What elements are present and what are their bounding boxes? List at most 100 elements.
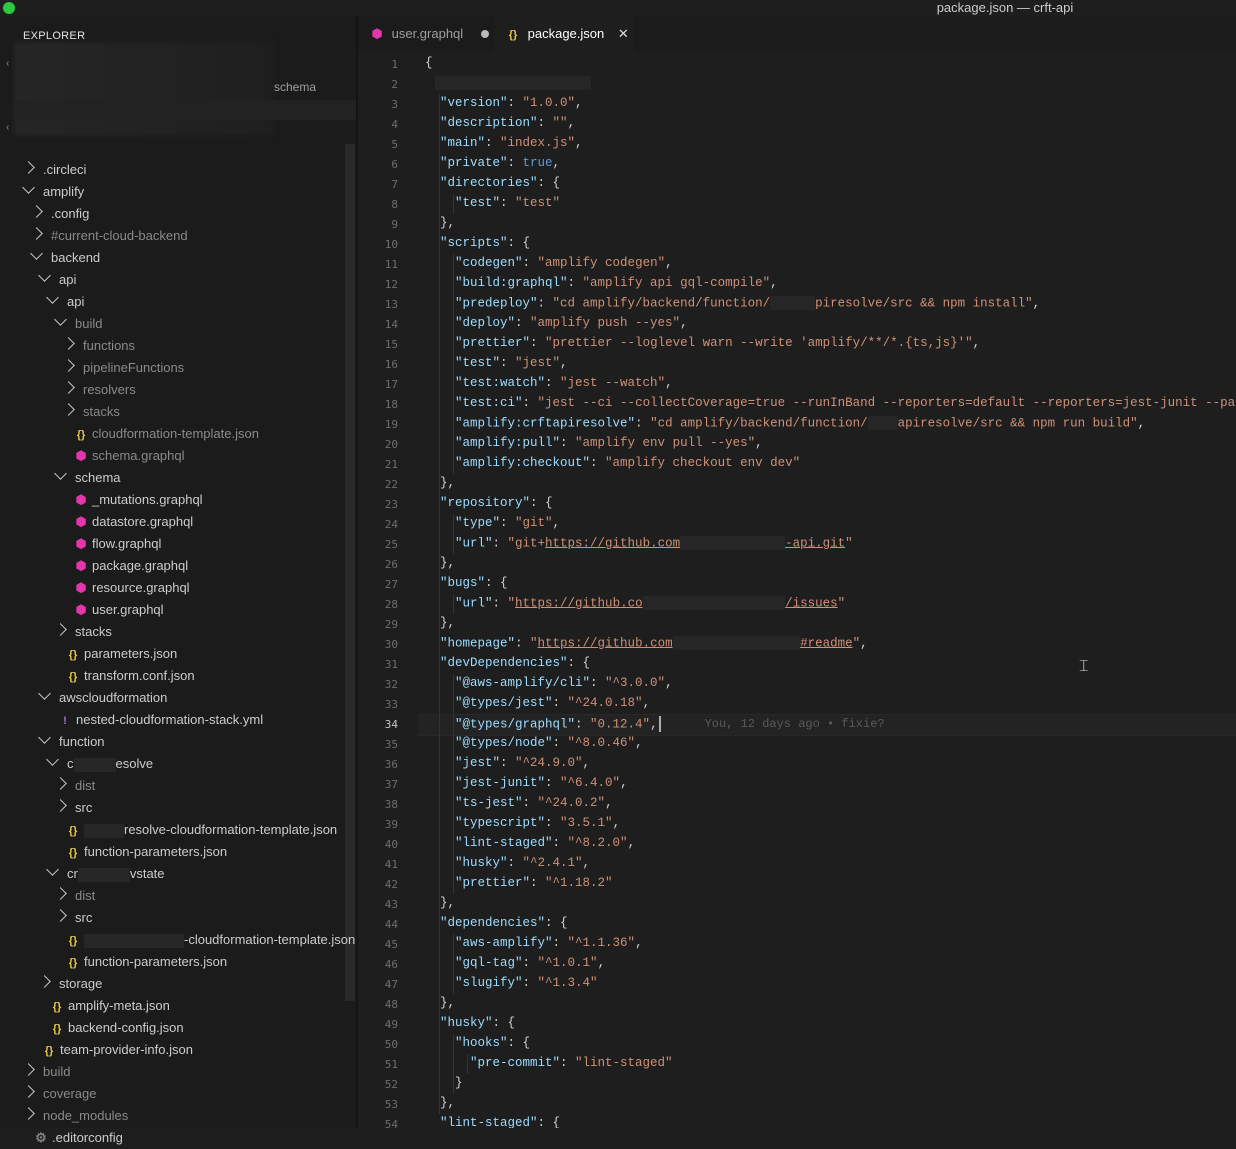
code-line[interactable]: "test": "jest", — [425, 356, 568, 370]
code-link[interactable]: https://github.com — [538, 636, 673, 650]
code-line[interactable]: "lint-staged": "^8.2.0", — [425, 836, 635, 850]
code-line[interactable]: "build:graphql": "amplify api gql-compil… — [425, 276, 778, 290]
code-line[interactable]: }, — [425, 1096, 455, 1110]
tree-folder-awscloudformation[interactable]: awscloudformation — [38, 687, 167, 709]
tree-folder-pipelinefunctions[interactable]: pipelineFunctions — [62, 357, 184, 379]
tree-folder-build[interactable]: build — [22, 1061, 70, 1083]
code-line[interactable]: }, — [425, 896, 455, 910]
chevron-right-icon[interactable] — [38, 975, 51, 988]
tree-folder-dist[interactable]: dist — [54, 885, 95, 907]
code-line[interactable]: "test": "test" — [425, 196, 560, 210]
code-line[interactable]: "jest": "^24.9.0", — [425, 756, 590, 770]
code-line[interactable]: "husky": { — [425, 1016, 515, 1030]
code-line[interactable]: }, — [425, 556, 455, 570]
code-link[interactable]: https://github.com — [545, 536, 680, 550]
code-line[interactable]: }, — [425, 616, 455, 630]
chevron-right-icon[interactable] — [30, 227, 43, 240]
tree-file-resolve-cloudformation-template-json[interactable]: {} resolve-cloudformation-template.json — [66, 819, 337, 841]
tree-file-schema-graphql[interactable]: ⬢ schema.graphql — [74, 445, 184, 467]
tree-file-flow-graphql[interactable]: ⬢ flow.graphql — [74, 533, 161, 555]
tree-file-package-graphql[interactable]: ⬢ package.graphql — [74, 555, 188, 577]
code-line[interactable]: "homepage": "https://github.com #readme", — [425, 636, 868, 650]
code-line[interactable]: "amplify:pull": "amplify env pull --yes"… — [425, 436, 763, 450]
tree-folder-stacks[interactable]: stacks — [54, 621, 112, 643]
code-line[interactable]: "@aws-amplify/cli": "^3.0.0", — [425, 676, 673, 690]
tree-file--cloudformation-template-json[interactable]: {} -cloudformation-template.json — [66, 929, 355, 951]
code-line[interactable]: "directories": { — [425, 176, 560, 190]
tab-user-graphql[interactable]: ⬢ user.graphql — [370, 16, 489, 52]
tree-folder--circleci[interactable]: .circleci — [22, 159, 86, 181]
code-line[interactable]: "scripts": { — [425, 236, 530, 250]
chevron-down-icon[interactable] — [38, 269, 51, 282]
code-line[interactable]: "description": "", — [425, 116, 575, 130]
code-line[interactable]: "dependencies": { — [425, 916, 568, 930]
tree-folder-coverage[interactable]: coverage — [22, 1083, 96, 1105]
code-line[interactable]: }, — [425, 476, 455, 490]
code-line[interactable]: "devDependencies": { — [425, 656, 590, 670]
code-line[interactable]: "typescript": "3.5.1", — [425, 816, 620, 830]
tree-file-transform-conf-json[interactable]: {} transform.conf.json — [66, 665, 195, 687]
code-link[interactable]: https://github.co — [515, 596, 643, 610]
tree-file-datastore-graphql[interactable]: ⬢ datastore.graphql — [74, 511, 193, 533]
code-line[interactable]: "jest-junit": "^6.4.0", — [425, 776, 628, 790]
code-line[interactable]: "ts-jest": "^24.0.2", — [425, 796, 613, 810]
chevron-down-icon[interactable] — [54, 313, 67, 326]
chevron-right-icon[interactable] — [62, 337, 75, 350]
chevron-down-icon[interactable] — [38, 687, 51, 700]
code-line[interactable]: "version": "1.0.0", — [425, 96, 583, 110]
code-line[interactable]: "bugs": { — [425, 576, 508, 590]
tree-file-function-parameters-json[interactable]: {} function-parameters.json — [66, 951, 227, 973]
tree-folder-vstate[interactable]: cr vstate — [46, 863, 165, 885]
tree-folder-build[interactable]: build — [54, 313, 102, 335]
tree-file--editorconfig[interactable]: ⚙ .editorconfig — [34, 1127, 123, 1149]
tree-folder-src[interactable]: src — [54, 797, 92, 819]
code-line[interactable]: "amplify:crftapiresolve": "cd amplify/ba… — [425, 416, 1145, 430]
code-line[interactable]: "private": true, — [425, 156, 560, 170]
tree-folder-amplify[interactable]: amplify — [22, 181, 84, 203]
tree-file-nested-cloudformation-stack-yml[interactable]: ! nested-cloudformation-stack.yml — [58, 709, 263, 731]
chevron-down-icon[interactable] — [38, 731, 51, 744]
chevron-down-icon[interactable] — [30, 247, 43, 260]
tree-folder-storage[interactable]: storage — [38, 973, 102, 995]
code-line[interactable]: "predeploy": "cd amplify/backend/functio… — [425, 296, 1040, 310]
chevron-right-icon[interactable] — [22, 161, 35, 174]
tree-file-user-graphql[interactable]: ⬢ user.graphql — [74, 599, 163, 621]
code-line[interactable]: "repository": { — [425, 496, 553, 510]
chevron-right-icon[interactable] — [22, 1107, 35, 1120]
tree-folder-functions[interactable]: functions — [62, 335, 135, 357]
tree-file-parameters-json[interactable]: {} parameters.json — [66, 643, 178, 665]
tree-file-team-provider-info-json[interactable]: {} team-provider-info.json — [42, 1039, 193, 1061]
code-line[interactable]: "prettier": "prettier --loglevel warn --… — [425, 336, 980, 350]
chevron-down-icon[interactable] — [46, 291, 59, 304]
code-link[interactable]: #readme — [800, 636, 853, 650]
code-line[interactable]: "@types/graphql": "0.12.4", You, 12 days … — [425, 716, 885, 732]
chevron-right-icon[interactable] — [62, 359, 75, 372]
tree-folder-function[interactable]: function — [38, 731, 105, 753]
code-line[interactable]: "gql-tag": "^1.0.1", — [425, 956, 605, 970]
code-line[interactable]: }, — [425, 996, 455, 1010]
code-line[interactable]: "type": "git", — [425, 516, 560, 530]
sidebar-scrollbar[interactable] — [345, 144, 355, 1001]
tree-folder--current-cloud-backend[interactable]: #current-cloud-backend — [30, 225, 188, 247]
code-line[interactable]: "pre-commit": "lint-staged" — [425, 1056, 673, 1070]
chevron-right-icon[interactable] — [62, 381, 75, 394]
code-line[interactable]: "lint-staged": { — [425, 1116, 560, 1128]
chevron-right-icon[interactable] — [30, 205, 43, 218]
tree-folder-api[interactable]: api — [46, 291, 84, 313]
chevron-right-icon[interactable] — [54, 623, 67, 636]
code-line[interactable]: } — [425, 1076, 463, 1090]
code-line[interactable]: "prettier": "^1.18.2" — [425, 876, 613, 890]
tree-folder-dist[interactable]: dist — [54, 775, 95, 797]
code-line[interactable]: "slugify": "^1.3.4" — [425, 976, 598, 990]
chevron-right-icon[interactable] — [54, 909, 67, 922]
tree-folder-src[interactable]: src — [54, 907, 92, 929]
chevron-down-icon[interactable] — [54, 467, 67, 480]
chevron-down-icon[interactable] — [46, 753, 59, 766]
tree-file-amplify-meta-json[interactable]: {} amplify-meta.json — [50, 995, 170, 1017]
code-line[interactable]: "@types/jest": "^24.0.18", — [425, 696, 650, 710]
code-line[interactable]: "test:ci": "jest --ci --collectCoverage=… — [425, 396, 1236, 410]
code-line[interactable]: }, — [425, 216, 455, 230]
chevron-icon[interactable]: ‹ — [6, 122, 9, 133]
code-line[interactable]: "aws-amplify": "^1.1.36", — [425, 936, 643, 950]
code-line[interactable]: "main": "index.js", — [425, 136, 583, 150]
